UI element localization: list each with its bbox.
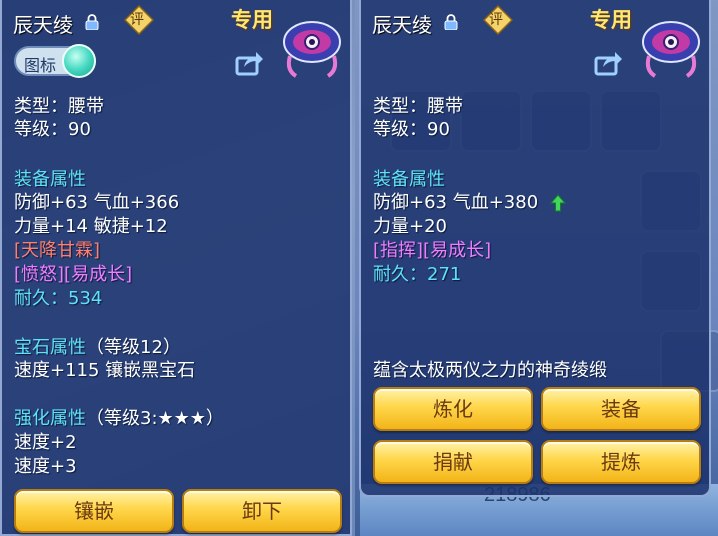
inlay-button[interactable]: 镶嵌	[14, 489, 174, 533]
special-skill: [愤怒][易成长]	[14, 264, 133, 285]
belt-item-icon	[283, 21, 341, 78]
unequip-button[interactable]: 卸下	[182, 489, 342, 533]
equip-attr-header: 装备属性	[373, 169, 445, 190]
enhance-attr: 强化属性（等级3:★★★）	[14, 408, 224, 430]
gem-attr: 宝石属性（等级12）	[14, 337, 181, 359]
equipped-item-panel: 辰天绫 评 专用 图标 类型：腰带 等级：90 装备属性 防御+63 气血+36…	[0, 0, 352, 536]
durability-label: 耐久：	[373, 264, 427, 285]
item-level: 等级：90	[14, 119, 91, 140]
durability: 耐久：271	[373, 264, 461, 286]
extract-button[interactable]: 提炼	[541, 440, 701, 484]
special-effect: [天降甘霖]	[14, 240, 101, 261]
refine-button[interactable]: 炼化	[373, 387, 533, 431]
attr-line: 力量+14 敏捷+12	[14, 216, 168, 237]
icon-toggle-label: 图标	[24, 56, 57, 75]
rating-badge-label: 评	[489, 12, 503, 28]
gem-header: 宝石属性	[14, 337, 86, 358]
durability-value: 271	[427, 264, 462, 285]
donate-button[interactable]: 捐献	[373, 440, 533, 484]
attr-line: 防御+63 气血+366	[14, 192, 180, 213]
enhance-line: 速度+2	[14, 432, 77, 453]
item-type: 类型：腰带	[14, 96, 104, 117]
enhance-level: （等级3:★★★）	[86, 408, 224, 429]
belt-item-icon	[642, 21, 700, 78]
exclusive-label: 专用	[590, 8, 632, 32]
equip-button[interactable]: 装备	[541, 387, 701, 431]
gem-line: 速度+115 镶嵌黑宝石	[14, 360, 196, 381]
share-icon[interactable]	[234, 48, 264, 78]
attr-line: 力量+20	[373, 216, 447, 237]
item-level: 等级：90	[373, 119, 450, 140]
icon-toggle[interactable]: 图标	[14, 44, 96, 78]
toggle-knob	[62, 44, 96, 78]
enhance-header: 强化属性	[14, 408, 86, 429]
lock-icon	[85, 14, 99, 30]
equip-attr-header: 装备属性	[14, 169, 86, 190]
durability-label: 耐久：	[14, 288, 68, 309]
exclusive-label: 专用	[231, 8, 273, 32]
item-title: 辰天绫	[13, 13, 73, 37]
gem-level: （等级12）	[86, 337, 181, 358]
item-title: 辰天绫	[372, 13, 432, 37]
attr-line: 防御+63 气血+380	[373, 192, 539, 213]
lock-icon	[444, 14, 458, 30]
enhance-line: 速度+3	[14, 456, 77, 477]
special-skill: [指挥][易成长]	[373, 240, 492, 261]
compare-item-panel: 辰天绫 评 专用 类型：腰带 等级：90 装备属性 防御+63 气血+380 力…	[359, 0, 711, 497]
arrow-up-icon	[550, 194, 566, 212]
durability: 耐久：534	[14, 288, 102, 310]
rating-badge-label: 评	[130, 12, 144, 28]
durability-value: 534	[68, 288, 103, 309]
share-icon[interactable]	[593, 48, 623, 78]
item-description: 蕴含太极两仪之力的神奇绫缎	[373, 360, 607, 381]
item-type: 类型：腰带	[373, 96, 463, 117]
